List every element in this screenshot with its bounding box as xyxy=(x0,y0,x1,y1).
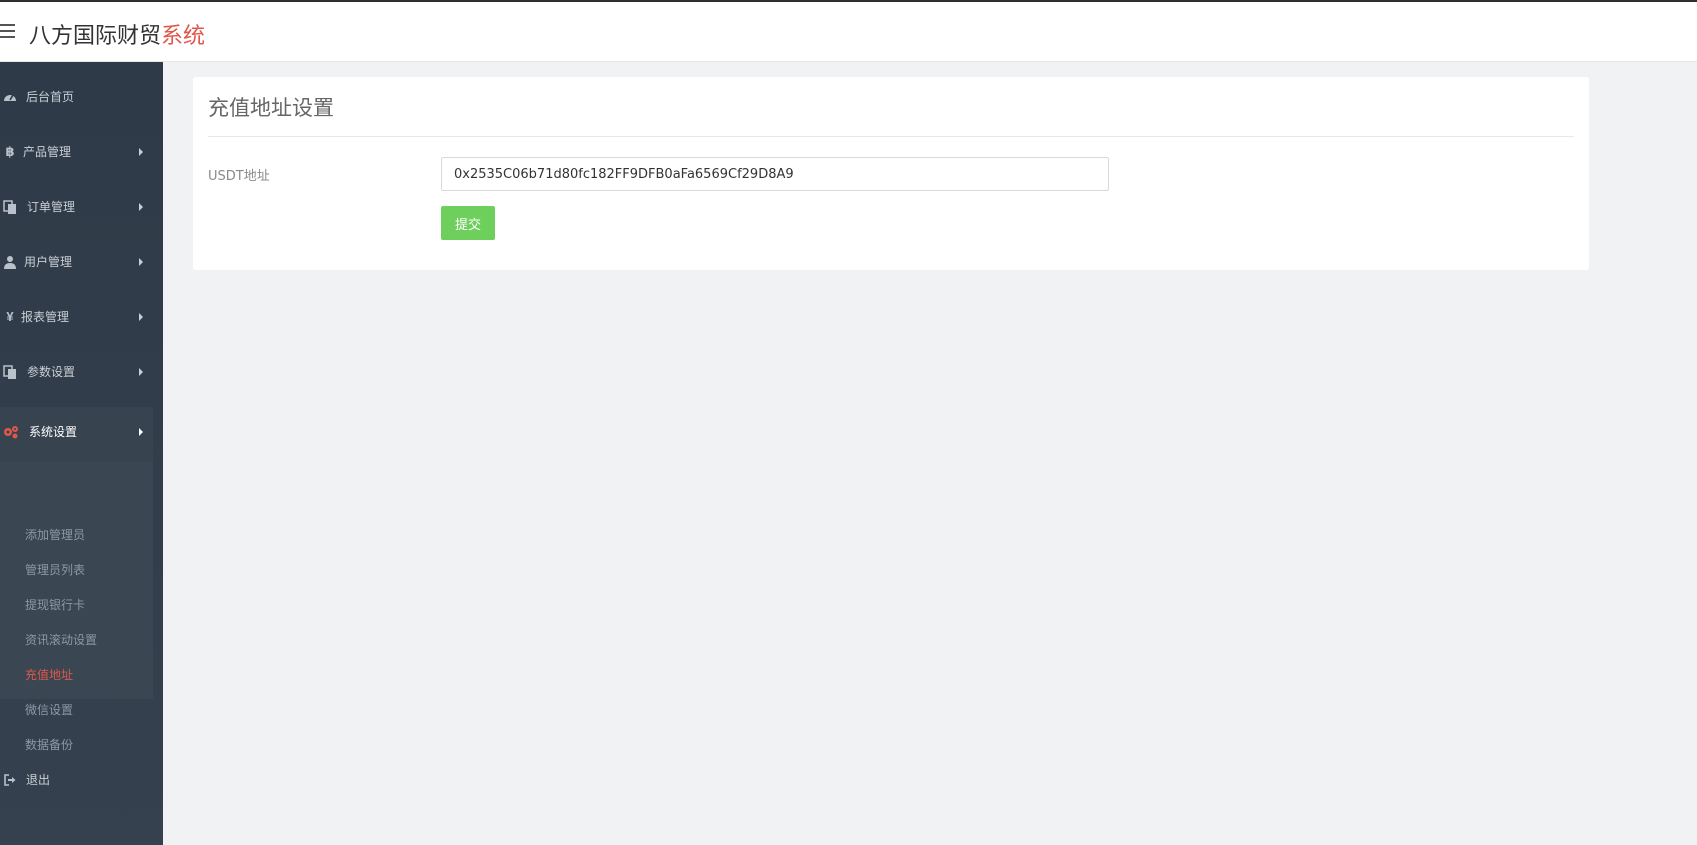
submenu-item-add-admin[interactable]: 添加管理员 xyxy=(25,528,85,542)
caret-right-icon xyxy=(139,313,143,321)
sidebar-item-label: 产品管理 xyxy=(23,145,72,159)
usdt-address-input[interactable] xyxy=(441,157,1109,191)
submenu-item-wechat[interactable]: 微信设置 xyxy=(25,703,73,717)
brand-accent: 系统 xyxy=(161,24,206,49)
sidebar-item-label: 后台首页 xyxy=(26,90,75,104)
submit-button[interactable]: 提交 xyxy=(441,206,495,240)
sidebar-item-system[interactable]: 系统设置 xyxy=(0,407,153,462)
hamburger-icon[interactable] xyxy=(0,24,16,38)
submenu-item-bank-card[interactable]: 提现银行卡 xyxy=(25,598,85,612)
submenu-item-admin-list[interactable]: 管理员列表 xyxy=(25,563,85,577)
bitcoin-icon: ฿ xyxy=(5,144,15,159)
brand-main: 八方国际财贸 xyxy=(29,24,162,49)
sidebar-item-products[interactable]: ฿ 产品管理 xyxy=(0,125,163,180)
yen-icon: ¥ xyxy=(6,309,14,324)
brand-title: 八方国际财贸系统 xyxy=(29,18,205,50)
sidebar-item-label: 用户管理 xyxy=(24,255,73,269)
submenu-item-recharge-address[interactable]: 充值地址 xyxy=(25,668,73,682)
caret-right-icon xyxy=(139,368,143,376)
sidebar-item-users[interactable]: 用户管理 xyxy=(0,235,163,290)
sidebar-item-logout[interactable]: 退出 xyxy=(0,753,163,808)
sidebar-item-dashboard[interactable]: 后台首页 xyxy=(0,70,163,125)
submenu-item-backup[interactable]: 数据备份 xyxy=(25,738,73,752)
divider xyxy=(208,136,1574,137)
caret-right-icon xyxy=(139,203,143,211)
sidebar-item-params[interactable]: 参数设置 xyxy=(0,345,163,400)
top-header: 八方国际财贸系统 xyxy=(0,2,1697,62)
dashboard-icon xyxy=(3,90,17,104)
sidebar-item-label: 系统设置 xyxy=(29,425,78,439)
sidebar-item-label: 报表管理 xyxy=(21,310,70,324)
recharge-address-panel: 充值地址设置 USDT地址 提交 xyxy=(193,77,1589,270)
sign-out-icon xyxy=(3,773,17,787)
user-icon xyxy=(3,255,17,269)
caret-right-icon xyxy=(139,148,143,156)
system-submenu: 添加管理员 管理员列表 提现银行卡 资讯滚动设置 充值地址 微信设置 数据备份 xyxy=(0,462,153,752)
usdt-address-label: USDT地址 xyxy=(208,169,270,184)
sidebar-item-label: 参数设置 xyxy=(27,365,76,379)
sidebar-item-reports[interactable]: ¥ 报表管理 xyxy=(0,290,163,345)
caret-right-icon xyxy=(139,428,143,436)
sidebar: 后台首页 ฿ 产品管理 订单管理 用户管理 ¥ 报表管理 参数设置 系统设置 添… xyxy=(0,62,163,845)
copy-icon xyxy=(3,200,17,214)
sidebar-item-orders[interactable]: 订单管理 xyxy=(0,180,163,235)
gears-icon xyxy=(3,425,18,439)
copy-icon xyxy=(3,365,17,379)
sidebar-item-label: 订单管理 xyxy=(27,200,76,214)
caret-right-icon xyxy=(139,258,143,266)
sidebar-item-label: 退出 xyxy=(26,773,51,787)
submenu-item-news-scroll[interactable]: 资讯滚动设置 xyxy=(25,633,97,647)
page-title: 充值地址设置 xyxy=(208,96,334,120)
